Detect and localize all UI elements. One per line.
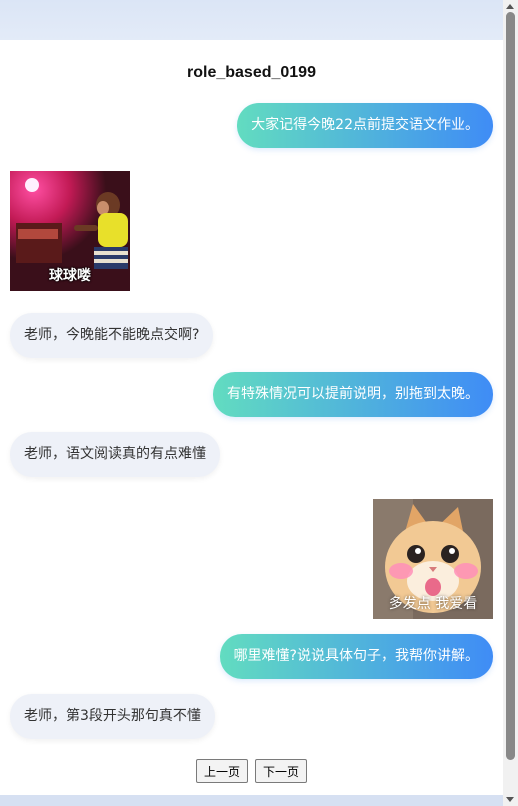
- sticker-caption: 球球喽: [49, 268, 91, 284]
- page-background-top: [0, 0, 503, 40]
- message-bubble-received: 老师，第3段开头那句真不懂: [10, 694, 215, 739]
- sticker-caption: 多发点 我爱看: [388, 596, 478, 612]
- chat-title: role_based_0199: [187, 64, 316, 81]
- scroll-down-arrow-icon[interactable]: [506, 797, 514, 802]
- message-bubble-received: 老师，语文阅读真的有点难懂: [10, 432, 220, 477]
- chat-panel: role_based_0199 大家记得今晚22点前提交语文作业。 球球喽 老师…: [0, 40, 503, 795]
- message-bubble-sent: 有特殊情况可以提前说明，别拖到太晚。: [213, 372, 493, 417]
- pagination: 上一页 下一页: [0, 759, 503, 783]
- page-background-bottom: [0, 795, 503, 806]
- message-bubble-sent: 哪里难懂?说说具体句子，我帮你讲解。: [219, 634, 493, 679]
- message-bubble-sent: 大家记得今晚22点前提交语文作业。: [237, 103, 493, 148]
- prev-page-button[interactable]: 上一页: [195, 759, 248, 783]
- vertical-scrollbar[interactable]: [503, 0, 518, 806]
- monkey-sticker-image: 球球喽: [10, 171, 130, 291]
- scrollbar-thumb[interactable]: [506, 12, 515, 760]
- cat-sticker-image: 多发点 我爱看: [373, 499, 493, 619]
- message-bubble-received: 老师，今晚能不能晚点交啊?: [10, 313, 214, 358]
- next-page-button[interactable]: 下一页: [255, 759, 308, 783]
- scroll-up-arrow-icon[interactable]: [506, 4, 514, 9]
